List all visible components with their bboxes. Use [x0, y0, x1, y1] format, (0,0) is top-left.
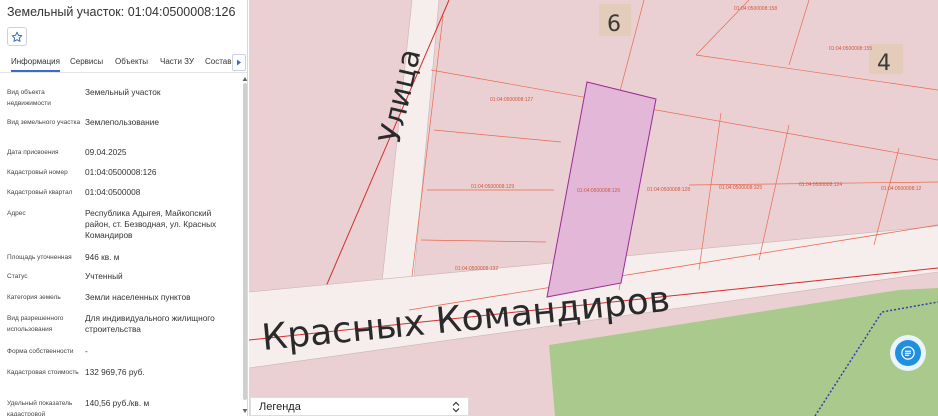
row-label-object-type: Вид объекта недвижимости: [7, 89, 51, 107]
tab-services[interactable]: Сервисы: [70, 57, 103, 66]
scroll-down-icon[interactable]: [242, 408, 248, 414]
row-label-cadastral-number: Кадастровый номер: [7, 169, 68, 176]
parcel-label-12[interactable]: 01:04:0500008:12: [881, 186, 922, 192]
chat-icon: [895, 340, 921, 366]
parcel-label-127[interactable]: 01:04:0500008:127: [490, 97, 533, 103]
row-label-cadastral-quarter: Кадастровый квартал: [7, 189, 73, 196]
row-value-status: Учтенный: [85, 271, 123, 281]
tabs-next-button[interactable]: [232, 54, 246, 71]
tab-info[interactable]: Информация: [11, 57, 60, 72]
star-icon: [11, 31, 23, 42]
row-value-cadastral-number: 01:04:0500008:126: [85, 167, 157, 177]
chevron-updown-icon: [452, 401, 460, 413]
tab-composition[interactable]: Состав: [205, 57, 232, 66]
scroll-up-icon[interactable]: [242, 76, 248, 82]
block-number-4: 4: [877, 51, 891, 76]
map-layer: 6 4 01:04:0500008:158 01:04:0500008:155 …: [249, 0, 938, 416]
tab-bar: Информация Сервисы Объекты Части ЗУ Сост…: [0, 52, 247, 73]
block-number-6: 6: [607, 12, 621, 37]
row-value-land-category: Земли населенных пунктов: [85, 292, 191, 302]
parcel-label-128[interactable]: 01:04:0500008:128: [647, 187, 690, 193]
row-label-parcel-type: Вид земельного участка: [7, 119, 81, 126]
parcel-label-132[interactable]: 01:04:0500008:132: [455, 266, 498, 272]
legend-toggle[interactable]: Легенда: [250, 397, 469, 416]
row-value-area: 946 кв. м: [85, 252, 120, 262]
row-label-address: Адрес: [7, 210, 26, 217]
row-value-ownership: -: [85, 346, 88, 356]
row-label-land-category: Категория земель: [7, 294, 61, 301]
parcel-label-325[interactable]: 01:04:0500008:325: [719, 185, 762, 191]
parcel-label-126[interactable]: 01:04:0500008:126: [577, 188, 620, 194]
panel-title: Земельный участок: 01:04:0500008:126: [7, 5, 236, 19]
row-value-cadastral-value: 132 969,76 руб.: [85, 367, 145, 377]
row-value-permitted-use: Для индивидуального жилищного строительс…: [85, 313, 215, 334]
chat-button[interactable]: [890, 335, 926, 371]
row-value-object-type: Земельный участок: [85, 87, 161, 97]
favorite-button[interactable]: [7, 27, 27, 46]
chevron-right-icon: [237, 59, 241, 66]
info-panel: Земельный участок: 01:04:0500008:126 Инф…: [0, 0, 248, 416]
row-label-ownership: Форма собственности: [7, 348, 74, 355]
parcel-label-124[interactable]: 01:04:0500008:124: [799, 182, 842, 188]
tab-parts[interactable]: Части ЗУ: [160, 57, 194, 66]
row-value-parcel-type: Землепользование: [85, 117, 159, 127]
parcel-label-158[interactable]: 01:04:0500008:158: [734, 6, 777, 12]
tab-objects[interactable]: Объекты: [115, 57, 148, 66]
scrollbar-thumb[interactable]: [243, 83, 247, 400]
map-canvas[interactable]: 6 4 01:04:0500008:158 01:04:0500008:155 …: [249, 0, 938, 416]
parcel-label-155[interactable]: 01:04:0500008:155: [829, 46, 872, 52]
row-value-address: Республика Адыгея, Майкопский район, ст.…: [85, 208, 217, 240]
row-value-cadastral-quarter: 01:04:0500008: [85, 187, 141, 197]
row-value-specific-value: 140,56 руб./кв. м: [85, 398, 150, 408]
parcel-label-129[interactable]: 01:04:0500008:129: [471, 184, 514, 190]
row-label-cadastral-value: Кадастровая стоимость: [7, 369, 79, 376]
row-label-area: Площадь уточненная: [7, 254, 72, 261]
row-label-specific-value: Удельный показатель кадастровой: [7, 400, 73, 416]
row-label-status: Статус: [7, 273, 28, 280]
row-label-assign-date: Дата присвоения: [7, 149, 59, 156]
row-value-assign-date: 09.04.2025: [85, 147, 127, 157]
legend-label: Легенда: [259, 401, 301, 413]
row-label-permitted-use: Вид разрешенного использования: [7, 315, 64, 333]
